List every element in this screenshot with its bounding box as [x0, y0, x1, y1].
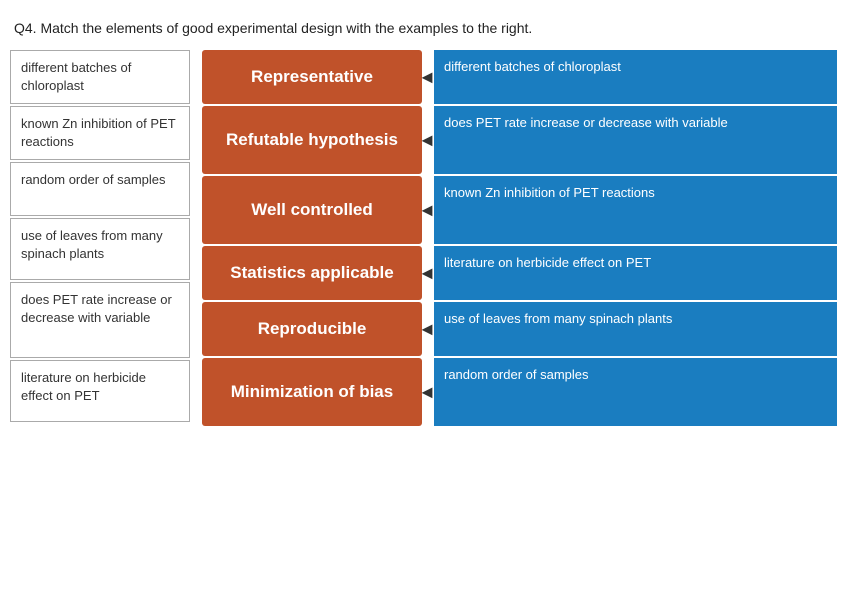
list-item: does PET rate increase or decrease with … — [10, 282, 190, 358]
right-item: literature on herbicide effect on PET — [434, 246, 837, 300]
reproducible-button: Reproducible ◄ — [202, 302, 422, 356]
middle-column: Representative ◄ Refutable hypothesis ◄ … — [202, 50, 422, 426]
arrow-icon: ◄ — [418, 200, 436, 221]
list-item: random order of samples — [10, 162, 190, 216]
representative-button: Representative ◄ — [202, 50, 422, 104]
right-item: different batches of chloroplast — [434, 50, 837, 104]
refutable-hypothesis-button: Refutable hypothesis ◄ — [202, 106, 422, 174]
minimization-of-bias-button: Minimization of bias ◄ — [202, 358, 422, 426]
well-controlled-button: Well controlled ◄ — [202, 176, 422, 244]
right-item: does PET rate increase or decrease with … — [434, 106, 837, 174]
statistics-applicable-button: Statistics applicable ◄ — [202, 246, 422, 300]
right-item: random order of samples — [434, 358, 837, 426]
minimization-of-bias-label: Minimization of bias — [231, 382, 393, 402]
question-text: Q4. Match the elements of good experimen… — [0, 10, 847, 50]
left-column: different batches of chloroplast known Z… — [10, 50, 190, 422]
list-item: use of leaves from many spinach plants — [10, 218, 190, 280]
statistics-applicable-label: Statistics applicable — [230, 263, 393, 283]
arrow-icon: ◄ — [418, 263, 436, 284]
right-item: known Zn inhibition of PET reactions — [434, 176, 837, 244]
list-item: literature on herbicide effect on PET — [10, 360, 190, 422]
reproducible-label: Reproducible — [258, 319, 367, 339]
arrow-icon: ◄ — [418, 319, 436, 340]
representative-label: Representative — [251, 67, 373, 87]
arrow-icon: ◄ — [418, 130, 436, 151]
refutable-hypothesis-label: Refutable hypothesis — [226, 130, 398, 150]
right-item: use of leaves from many spinach plants — [434, 302, 837, 356]
list-item: known Zn inhibition of PET reactions — [10, 106, 190, 160]
arrow-icon: ◄ — [418, 382, 436, 403]
arrow-icon: ◄ — [418, 67, 436, 88]
well-controlled-label: Well controlled — [251, 200, 373, 220]
list-item: different batches of chloroplast — [10, 50, 190, 104]
right-column: different batches of chloroplast does PE… — [434, 50, 837, 426]
